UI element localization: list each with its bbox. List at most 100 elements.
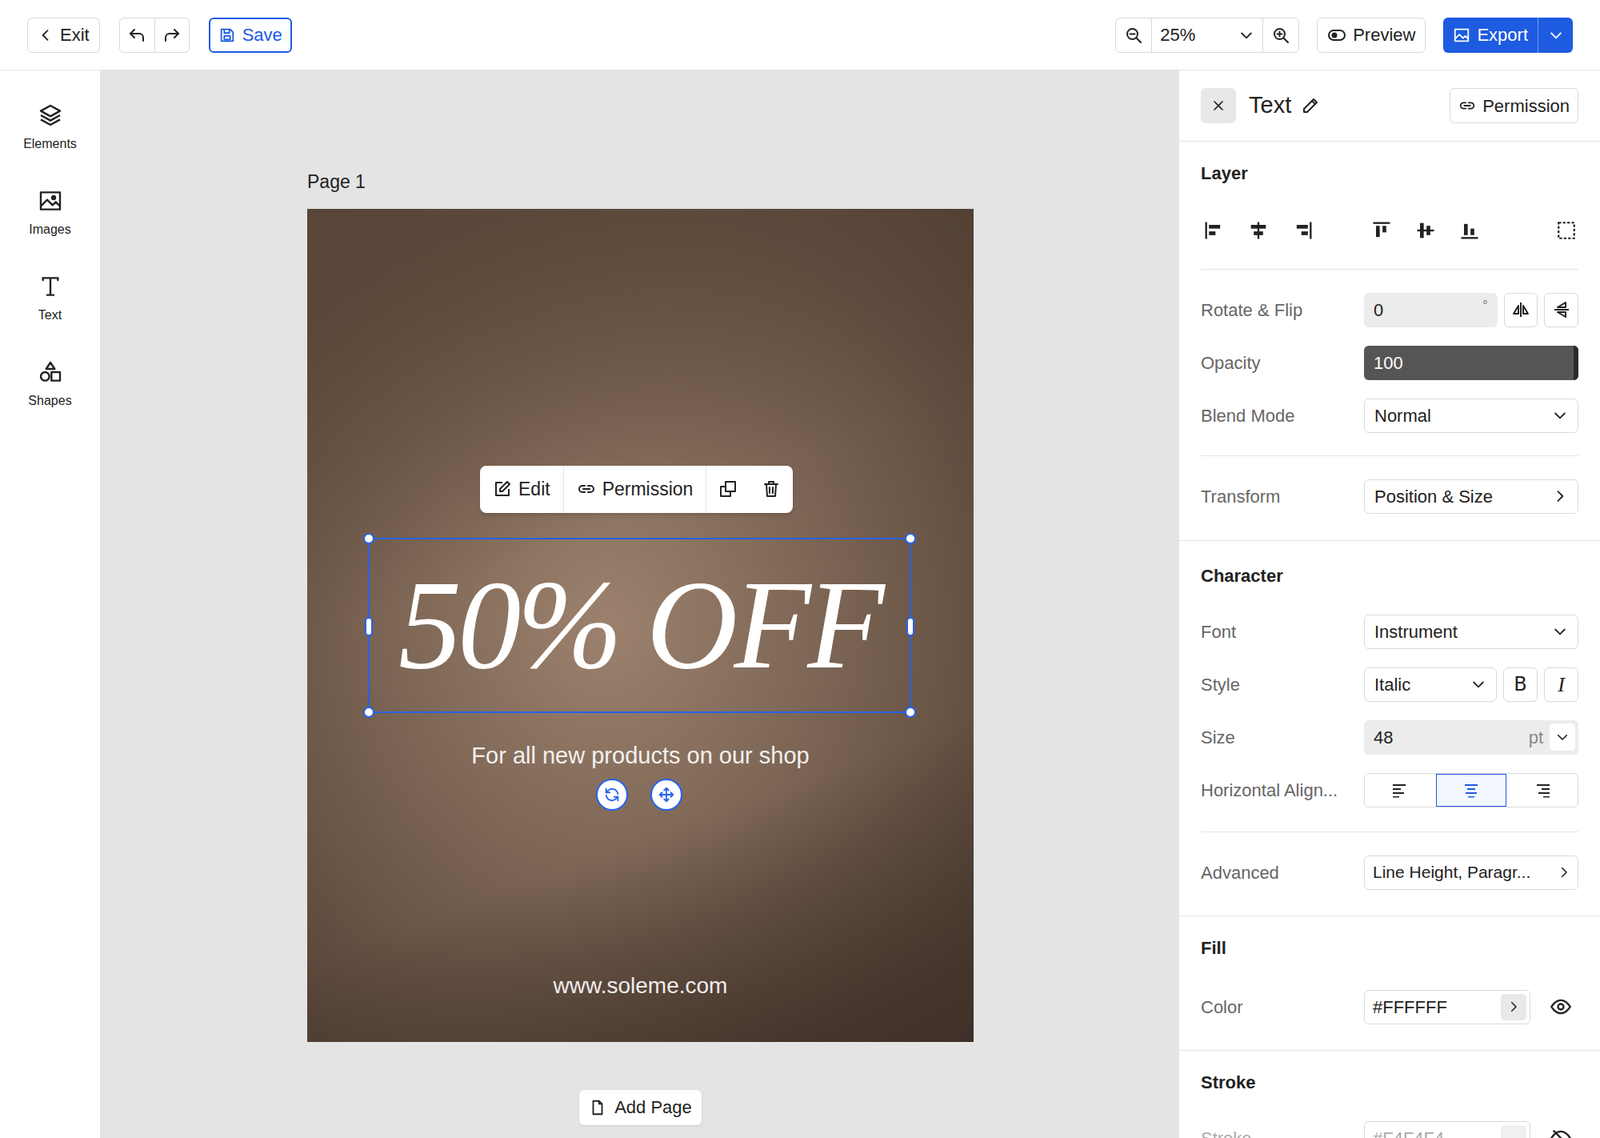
flip-horizontal-button[interactable] [1504, 292, 1539, 328]
sidebar-label: Elements [23, 134, 77, 154]
transform-row: Transform Position & Size [1200, 469, 1579, 523]
image-icon [1452, 26, 1471, 44]
eye-icon[interactable] [1549, 995, 1572, 1018]
stroke-input[interactable]: #F4F4F4 [1364, 1120, 1531, 1138]
font-dropdown[interactable]: Instrument [1364, 614, 1579, 649]
row-label: Horizontal Align... [1200, 776, 1364, 804]
preview-button[interactable]: Preview [1316, 17, 1426, 53]
transform-button[interactable]: Position & Size [1364, 479, 1579, 514]
font-value: Instrument [1374, 618, 1458, 645]
zoom-out-button[interactable] [1116, 18, 1152, 52]
align-center-icon[interactable] [1247, 219, 1270, 242]
resize-handle[interactable] [364, 616, 373, 636]
align-top-icon[interactable] [1370, 219, 1393, 242]
move-icon [657, 785, 676, 804]
color-picker-button[interactable] [1500, 993, 1527, 1020]
close-button[interactable] [1200, 88, 1236, 124]
resize-handle[interactable] [904, 532, 916, 544]
stroke-value: #F4F4F4 [1372, 1124, 1501, 1138]
chevron-down-icon [1552, 623, 1568, 640]
align-option[interactable] [1506, 773, 1578, 807]
color-input[interactable]: #FFFFFF [1364, 989, 1531, 1024]
text-icon [37, 273, 64, 300]
permission-button[interactable]: Permission [1449, 88, 1579, 124]
permission-button[interactable]: Permission [564, 465, 707, 513]
add-page-label: Add Page [614, 1093, 692, 1120]
blend-dropdown[interactable]: Normal [1364, 398, 1579, 433]
chevron-down-icon [1470, 676, 1487, 692]
align-option[interactable] [1436, 773, 1508, 807]
zoom-value: 25% [1160, 21, 1196, 48]
advanced-value: Line Height, Paragr... [1372, 859, 1531, 885]
opacity-row: Opacity 100 [1200, 336, 1579, 389]
undo-button[interactable] [120, 18, 155, 52]
style-dropdown[interactable]: Italic [1364, 667, 1497, 702]
url-text[interactable]: www.soleme.com [307, 968, 974, 1003]
text-align-group [1364, 772, 1579, 808]
zoom-in-button[interactable] [1263, 18, 1299, 52]
exit-label: Exit [60, 21, 90, 48]
size-input[interactable]: 48 pt [1364, 720, 1579, 755]
subtitle-text[interactable]: For all new products on our shop [307, 738, 974, 774]
eye-off-icon[interactable] [1549, 1126, 1572, 1138]
delete-button[interactable] [749, 465, 793, 513]
add-page-button[interactable]: Add Page [579, 1089, 702, 1125]
zoom-in-icon [1271, 25, 1291, 45]
opacity-slider[interactable]: 100 [1364, 345, 1579, 380]
sidebar-item[interactable]: Elements [0, 84, 100, 171]
top-bar: Exit Save 25% [0, 0, 1600, 71]
align-middle-icon[interactable] [1414, 219, 1437, 242]
sidebar-item[interactable]: Text [0, 256, 100, 342]
section-heading: Stroke [1200, 1071, 1579, 1094]
align-left-icon[interactable] [1202, 219, 1225, 242]
align-right-icon[interactable] [1292, 219, 1315, 242]
degree-unit: ° [1482, 296, 1488, 316]
duplicate-button[interactable] [706, 465, 750, 513]
redo-button[interactable] [154, 18, 189, 52]
zoom-dropdown[interactable]: 25% [1151, 18, 1264, 52]
italic-button[interactable]: I [1544, 667, 1579, 702]
sidebar-item[interactable]: Shapes [0, 341, 100, 428]
resize-handle[interactable] [363, 706, 375, 718]
bold-button[interactable]: B [1503, 667, 1538, 702]
design-page[interactable]: For all new products on our shop www.sol… [307, 208, 974, 1042]
size-dropdown-button[interactable] [1549, 723, 1576, 751]
style-value: Italic [1374, 671, 1411, 698]
stroke-row: Stroke #F4F4F4 [1200, 1111, 1579, 1138]
row-label: Opacity [1200, 349, 1364, 376]
align-bottom-icon[interactable] [1458, 219, 1481, 242]
flip-vertical-button[interactable] [1544, 292, 1579, 328]
sidebar-item[interactable]: Images [0, 170, 100, 256]
trash-icon [761, 479, 781, 499]
selection-box[interactable]: 50% OFF [368, 537, 912, 713]
headline-text[interactable]: 50% OFF [398, 561, 881, 688]
resize-handle[interactable] [904, 706, 916, 718]
resize-handle[interactable] [906, 616, 915, 636]
properties-panel: Text Permission Layer [1178, 70, 1600, 1138]
move-handle[interactable] [650, 778, 683, 811]
layers-icon [37, 102, 64, 128]
align-option[interactable] [1364, 773, 1436, 807]
export-button[interactable]: Export [1443, 17, 1573, 53]
edit-button[interactable]: Edit [480, 465, 564, 513]
file-icon [588, 1098, 607, 1116]
row-label: Color [1200, 993, 1364, 1020]
select-frame-icon[interactable] [1556, 220, 1577, 241]
rotate-input[interactable]: 0 ° [1364, 292, 1498, 328]
pencil-icon[interactable] [1300, 96, 1320, 116]
style-row: Style Italic B I [1200, 657, 1579, 711]
chevron-left-icon [37, 27, 54, 44]
resize-handle[interactable] [363, 532, 375, 544]
save-button[interactable]: Save [208, 17, 292, 53]
rotate-handle[interactable] [596, 778, 628, 811]
layer-section: Layer Rotate & Flip [1179, 141, 1600, 541]
export-menu-button[interactable] [1537, 17, 1573, 53]
exit-button[interactable]: Exit [27, 17, 100, 53]
panel-title: Text [1248, 88, 1292, 124]
advanced-button[interactable]: Line Height, Paragr... [1364, 855, 1579, 890]
row-label: Size [1200, 724, 1364, 751]
link-icon [1458, 96, 1476, 115]
size-unit: pt [1528, 724, 1544, 751]
eye-icon [1327, 25, 1347, 45]
flip-horizontal-icon [1511, 300, 1531, 320]
